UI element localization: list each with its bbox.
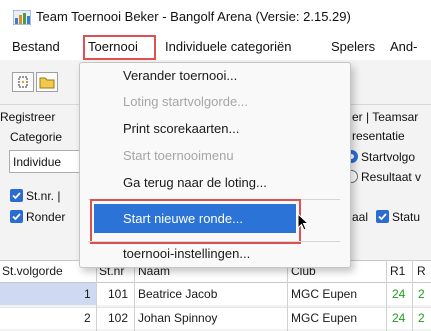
tab-teams[interactable]: er | Teamsar bbox=[352, 110, 418, 124]
category-value: Individue bbox=[13, 155, 62, 169]
selected-cell bbox=[0, 283, 96, 305]
menu-item-print-scorekaarten[interactable]: Print scorekaarten... bbox=[123, 121, 239, 136]
aal-checkbox-label: aal bbox=[352, 210, 369, 224]
menu-item-ga-terug-loting[interactable]: Ga terug naar de loting... bbox=[123, 175, 267, 190]
col-header-r1[interactable]: R1 bbox=[390, 264, 405, 278]
menu-bestand[interactable]: Bestand bbox=[12, 39, 60, 54]
ronde-checkbox[interactable] bbox=[10, 210, 23, 223]
cell-stnr: 101 bbox=[108, 287, 129, 301]
cell-volgorde: 1 bbox=[84, 287, 91, 301]
menu-toernooi[interactable]: Toernooi bbox=[88, 39, 138, 54]
new-document-icon bbox=[13, 76, 33, 94]
presentation-label: resentatie bbox=[352, 129, 405, 143]
col-divider bbox=[96, 260, 97, 331]
startvolgorde-radio-label: Startvolgo bbox=[361, 150, 416, 164]
menu-item-start-toernooimenu[interactable]: Start toernooimenu bbox=[123, 148, 234, 163]
cell-club: MGC Eupen bbox=[291, 311, 358, 325]
stnr-checkbox-label: St.nr. | bbox=[26, 189, 61, 203]
menu-item-toernooi-instellingen[interactable]: toernooi-instellingen... bbox=[123, 246, 250, 261]
menu-spelers[interactable]: Spelers bbox=[331, 39, 375, 54]
cell-volgorde: 2 bbox=[84, 311, 91, 325]
menu-item-verander-toernooi[interactable]: Verander toernooi... bbox=[123, 68, 237, 83]
col-divider bbox=[412, 260, 413, 331]
col-divider bbox=[386, 260, 387, 331]
col-header-r[interactable]: R bbox=[417, 264, 426, 278]
menu-individuele-categorien[interactable]: Individuele categoriën bbox=[165, 39, 291, 54]
col-divider bbox=[134, 260, 135, 331]
cell-r1: 24 bbox=[392, 287, 406, 301]
app-chart-icon bbox=[12, 9, 32, 26]
cell-naam: Johan Spinnoy bbox=[138, 311, 218, 325]
category-label: Categorie bbox=[10, 130, 63, 144]
menu-item-loting-startvolgorde[interactable]: Loting startvolgorde... bbox=[123, 94, 248, 109]
cell-naam: Beatrice Jacob bbox=[138, 287, 218, 301]
tab-registreer[interactable]: Registreer bbox=[0, 110, 55, 124]
status-checkbox-label: Statu bbox=[392, 210, 421, 224]
cell-r: 2 bbox=[418, 311, 425, 325]
col-header-volgorde[interactable]: St.volgorde bbox=[2, 264, 63, 278]
window-title: Team Toernooi Beker - Bangolf Arena (Ver… bbox=[36, 9, 351, 24]
menu-item-highlight-frame bbox=[90, 199, 301, 244]
cell-stnr: 102 bbox=[108, 311, 129, 325]
mouse-pointer-icon bbox=[297, 212, 311, 233]
stnr-checkbox[interactable] bbox=[10, 189, 23, 202]
status-checkbox[interactable] bbox=[376, 210, 389, 223]
cell-club: MGC Eupen bbox=[291, 287, 358, 301]
menu-andere[interactable]: And- bbox=[390, 39, 417, 54]
resultaat-radio-label: Resultaat v bbox=[361, 170, 422, 184]
menu-separator bbox=[88, 241, 340, 242]
open-folder-icon bbox=[37, 77, 57, 94]
col-divider bbox=[287, 260, 288, 331]
open-folder-button[interactable] bbox=[36, 72, 58, 92]
new-document-button[interactable] bbox=[12, 72, 34, 92]
cell-r1: 24 bbox=[392, 311, 406, 325]
cell-r: 2 bbox=[418, 287, 425, 301]
ronde-checkbox-label: Ronder bbox=[26, 210, 66, 224]
